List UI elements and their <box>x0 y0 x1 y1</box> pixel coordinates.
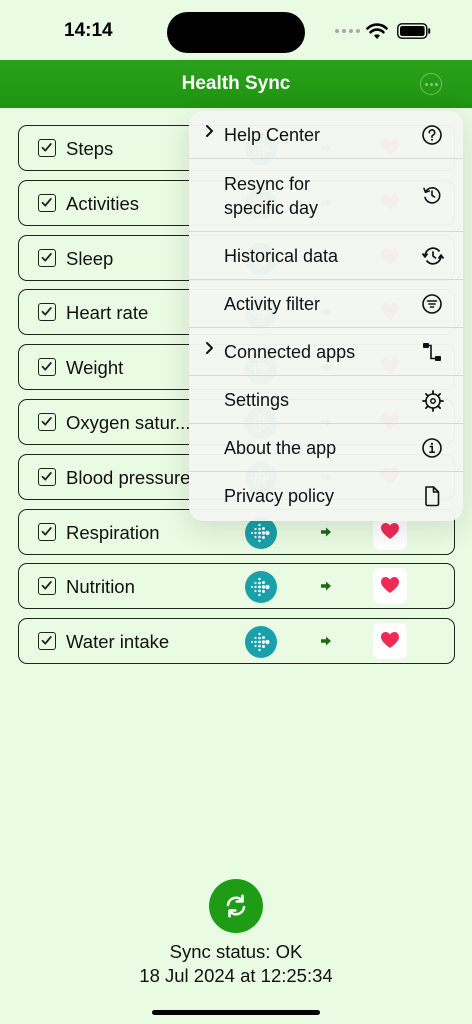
menu-item[interactable]: Resync for specific day <box>189 159 463 232</box>
checkbox[interactable] <box>38 577 56 596</box>
checkmark-icon <box>41 471 52 481</box>
dynamic-island <box>167 12 305 53</box>
chevron-right-icon <box>205 340 215 361</box>
checkmark-icon <box>41 362 52 371</box>
fitbit-icon <box>245 516 277 549</box>
checkbox[interactable] <box>38 303 56 322</box>
arrow-right-icon <box>321 527 331 537</box>
menu-item[interactable]: Connected apps <box>189 328 463 376</box>
info-icon <box>421 437 443 459</box>
checkbox[interactable] <box>38 412 56 431</box>
menu-item[interactable]: Activity filter <box>189 280 463 328</box>
data-type-label: Heart rate <box>66 302 149 324</box>
data-type-row[interactable]: Water intake <box>18 618 455 665</box>
status-time: 14:14 <box>64 20 113 41</box>
checkmark-icon <box>41 252 52 262</box>
checkbox[interactable] <box>38 358 56 377</box>
checkbox[interactable] <box>38 139 56 157</box>
flow-icon <box>421 341 443 363</box>
refresh-icon <box>226 894 246 918</box>
history-icon <box>421 245 445 267</box>
data-type-label: Nutrition <box>66 576 135 598</box>
document-icon <box>421 485 443 507</box>
options-menu: Help Center Resync for specific day Histor… <box>189 111 463 521</box>
data-type-row[interactable]: Nutrition <box>18 563 455 610</box>
home-indicator[interactable] <box>152 1010 320 1015</box>
data-type-label: Activities <box>66 192 139 214</box>
menu-item-label: Privacy policy <box>224 486 335 506</box>
wifi-icon <box>366 23 388 39</box>
more-icon <box>424 82 428 86</box>
more-options-button[interactable] <box>420 73 442 95</box>
checkmark-icon <box>41 581 52 590</box>
sync-date-text: 18 Jul 2024 at 12:25:34 <box>139 965 333 986</box>
question-circle-icon <box>421 124 443 146</box>
menu-item-label: Settings <box>224 390 290 410</box>
checkbox[interactable] <box>38 193 56 212</box>
menu-item-label: Activity filter <box>224 294 321 314</box>
menu-item[interactable]: About the app <box>189 424 463 472</box>
menu-item-label: Historical data <box>224 246 339 266</box>
apple-health-icon <box>373 568 407 605</box>
menu-item-label: Help Center <box>224 125 321 145</box>
data-type-label: Water intake <box>66 631 170 653</box>
apple-health-icon <box>373 623 407 660</box>
menu-item[interactable]: Historical data <box>189 232 463 280</box>
menu-item[interactable]: Settings <box>189 376 463 424</box>
checkmark-icon <box>41 197 52 207</box>
checkbox[interactable] <box>38 522 56 541</box>
menu-item[interactable]: Privacy policy <box>189 472 463 521</box>
fitbit-icon <box>245 626 277 659</box>
checkbox[interactable] <box>38 248 56 267</box>
data-type-label: Blood pressure <box>66 466 191 488</box>
clock-arrow-icon <box>421 184 443 206</box>
battery-icon <box>397 23 431 39</box>
data-type-label: Sleep <box>66 247 114 269</box>
data-type-label: Steps <box>66 138 114 159</box>
menu-item[interactable]: Help Center <box>189 111 463 159</box>
arrow-right-icon <box>321 581 331 591</box>
sync-status-text: Sync status: OK <box>169 941 303 962</box>
menu-item-label: About the app <box>224 438 337 458</box>
app-header: Health Sync <box>0 60 472 108</box>
arrow-right-icon <box>321 636 331 646</box>
chevron-right-icon <box>205 123 215 144</box>
checkmark-icon <box>41 526 52 536</box>
checkbox[interactable] <box>38 632 56 651</box>
checkmark-icon <box>41 417 52 426</box>
page-title: Health Sync <box>181 73 291 94</box>
sync-button[interactable] <box>209 879 263 933</box>
status-bar: 14:14 <box>0 0 472 60</box>
menu-item-label: Resync for specific day <box>224 174 319 218</box>
data-type-label: Weight <box>66 357 124 379</box>
data-type-label: Respiration <box>66 521 160 543</box>
fitbit-icon <box>245 571 277 604</box>
gear-icon <box>421 389 444 412</box>
menu-item-label: Connected apps <box>224 342 356 362</box>
data-type-label: Oxygen satur... <box>66 411 191 433</box>
filter-icon <box>421 293 443 315</box>
checkmark-icon <box>41 143 52 152</box>
cellular-signal-icon <box>335 29 360 33</box>
checkbox[interactable] <box>38 467 56 486</box>
checkmark-icon <box>41 307 52 316</box>
checkmark-icon <box>41 636 52 645</box>
